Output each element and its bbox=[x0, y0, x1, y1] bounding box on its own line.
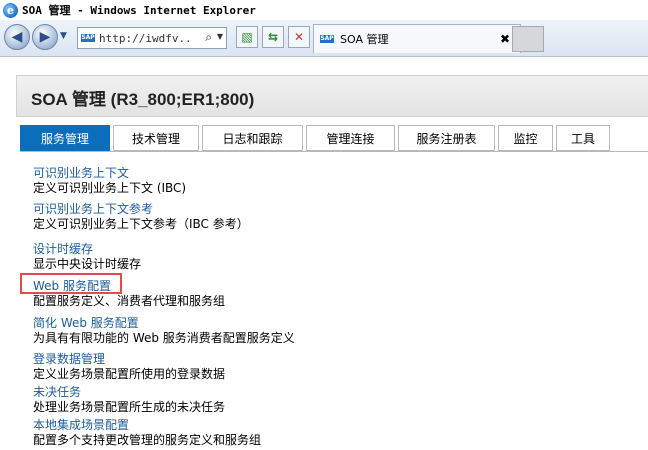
stop-icon[interactable]: ✕ bbox=[288, 26, 310, 48]
new-tab-button[interactable] bbox=[512, 26, 544, 52]
item-description: 显示中央设计时缓存 bbox=[33, 257, 142, 271]
tab-service-admin[interactable]: 服务管理 bbox=[20, 125, 110, 151]
tab-connection-management[interactable]: 管理连接 bbox=[306, 125, 395, 151]
address-bar[interactable]: SAP http://iwdfv... ⌕ ▼ bbox=[77, 27, 227, 49]
item-description: 处理业务场景配置所生成的未决任务 bbox=[33, 400, 226, 414]
item-description: 定义可识别业务上下文参考（IBC 参考） bbox=[33, 217, 249, 231]
link-local-integration-scenario[interactable]: 本地集成场景配置 bbox=[33, 418, 261, 433]
item-description: 定义可识别业务上下文 (IBC) bbox=[33, 181, 187, 195]
tab-logs-traces[interactable]: 日志和跟踪 bbox=[202, 125, 303, 151]
tab-monitoring[interactable]: 监控 bbox=[498, 125, 553, 151]
link-logon-data-management[interactable]: 登录数据管理 bbox=[33, 352, 225, 367]
address-input[interactable]: http://iwdfv... bbox=[99, 32, 191, 45]
sap-favicon-icon: SAP bbox=[320, 35, 334, 43]
highlight-box bbox=[20, 273, 122, 294]
list-item: 未决任务 处理业务场景配置所生成的未决任务 bbox=[33, 385, 225, 415]
tab-tools[interactable]: 工具 bbox=[556, 125, 610, 151]
tab-strip: 服务管理 技术管理 日志和跟踪 管理连接 服务注册表 监控 工具 bbox=[20, 125, 613, 151]
sap-logo-icon: SAP bbox=[81, 34, 95, 42]
search-icon[interactable]: ⌕ bbox=[205, 30, 212, 45]
item-description: 定义业务场景配置所使用的登录数据 bbox=[33, 367, 226, 381]
forward-arrow-icon[interactable]: ▶ bbox=[32, 24, 58, 50]
tab-service-registry[interactable]: 服务注册表 bbox=[398, 125, 495, 151]
close-tab-icon[interactable]: ✖ bbox=[500, 32, 510, 46]
link-pending-tasks[interactable]: 未决任务 bbox=[33, 385, 225, 400]
tab-divider bbox=[20, 151, 648, 152]
link-simplified-web-service-configuration[interactable]: 简化 Web 服务配置 bbox=[33, 316, 295, 331]
link-design-time-cache[interactable]: 设计时缓存 bbox=[33, 242, 141, 257]
item-description: 为具有有限功能的 Web 服务消费者配置服务定义 bbox=[33, 331, 295, 345]
history-dropdown-icon[interactable]: ▼ bbox=[60, 31, 67, 41]
list-item: 可识别业务上下文 定义可识别业务上下文 (IBC) bbox=[33, 166, 186, 196]
list-item: 本地集成场景配置 配置多个支持更改管理的服务定义和服务组 bbox=[33, 418, 261, 448]
refresh-icon[interactable]: ⇆ bbox=[262, 26, 284, 48]
browser-toolbar: ◀ ▶ ▼ SAP http://iwdfv... ⌕ ▼ ▧ ⇆ ✕ SAP … bbox=[0, 20, 648, 57]
internet-explorer-icon: e bbox=[3, 2, 18, 18]
window-titlebar: e SOA 管理 - Windows Internet Explorer bbox=[0, 0, 648, 20]
list-item: 登录数据管理 定义业务场景配置所使用的登录数据 bbox=[33, 352, 225, 382]
link-business-context-reference[interactable]: 可识别业务上下文参考 bbox=[33, 202, 249, 217]
link-business-context[interactable]: 可识别业务上下文 bbox=[33, 166, 186, 181]
list-item: 设计时缓存 显示中央设计时缓存 bbox=[33, 242, 141, 272]
item-description: 配置多个支持更改管理的服务定义和服务组 bbox=[33, 433, 262, 447]
page-header: SOA 管理 (R3_800;ER1;800) bbox=[16, 75, 648, 117]
compatibility-view-icon[interactable]: ▧ bbox=[236, 26, 258, 48]
browser-tab-title: SOA 管理 bbox=[340, 33, 389, 46]
address-dropdown-icon[interactable]: ▼ bbox=[217, 32, 223, 41]
browser-tab[interactable]: SAP SOA 管理 ✖ bbox=[313, 24, 521, 53]
list-item: 简化 Web 服务配置 为具有有限功能的 Web 服务消费者配置服务定义 bbox=[33, 316, 295, 346]
page-title: SOA 管理 (R3_800;ER1;800) bbox=[31, 90, 255, 109]
window-title: SOA 管理 - Windows Internet Explorer bbox=[22, 4, 256, 17]
tab-technical-admin[interactable]: 技术管理 bbox=[113, 125, 199, 151]
item-description: 配置服务定义、消费者代理和服务组 bbox=[33, 294, 226, 308]
back-arrow-icon[interactable]: ◀ bbox=[4, 24, 30, 50]
list-item: 可识别业务上下文参考 定义可识别业务上下文参考（IBC 参考） bbox=[33, 202, 249, 232]
